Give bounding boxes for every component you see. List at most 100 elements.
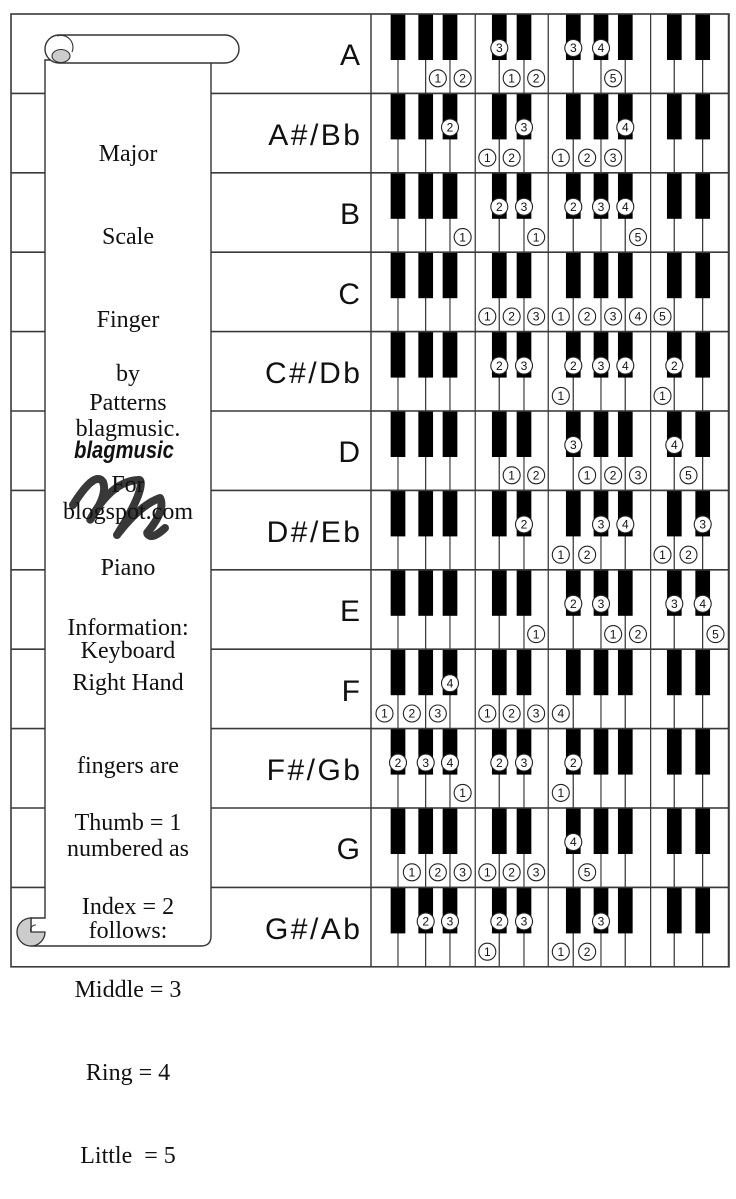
scale-label: B bbox=[339, 198, 363, 232]
black-key bbox=[516, 411, 532, 457]
finger-number: 3 bbox=[570, 438, 577, 452]
keyboard-row: 2 1 2 3 1 2 3 4 bbox=[370, 92, 729, 174]
black-key bbox=[491, 93, 507, 140]
black-key bbox=[666, 14, 682, 60]
black-key bbox=[565, 490, 581, 537]
black-key bbox=[593, 649, 609, 696]
finger-number: 4 bbox=[622, 200, 629, 214]
finger-number: 4 bbox=[635, 310, 642, 324]
finger-number: 5 bbox=[635, 230, 642, 244]
scale-label: G bbox=[336, 833, 363, 867]
finger-marker: 2 bbox=[502, 307, 521, 326]
finger-number: 4 bbox=[557, 707, 564, 721]
finger-marker: 2 bbox=[679, 545, 698, 564]
finger-number: 3 bbox=[610, 310, 617, 324]
finger-marker: 2 bbox=[440, 118, 460, 137]
finger-marker: 5 bbox=[604, 69, 623, 88]
finger-marker: 3 bbox=[604, 307, 623, 326]
black-key bbox=[491, 649, 507, 696]
finger-marker: 5 bbox=[628, 228, 648, 247]
finger-number: 2 bbox=[685, 548, 692, 562]
finger-marker: 1 bbox=[402, 863, 421, 882]
scroll-top-roll bbox=[44, 34, 240, 64]
black-key bbox=[516, 808, 532, 854]
finger-number: 1 bbox=[508, 469, 515, 483]
black-key bbox=[442, 331, 458, 378]
finger-marker: 2 bbox=[490, 912, 509, 931]
finger-number: 2 bbox=[496, 915, 503, 929]
black-key bbox=[516, 252, 532, 299]
finger-marker: 1 bbox=[478, 148, 497, 167]
legend-item: Little = 5 bbox=[80, 1143, 176, 1170]
finger-marker: 3 bbox=[514, 912, 534, 931]
finger-marker: 4 bbox=[616, 356, 635, 375]
black-key bbox=[390, 808, 406, 854]
finger-number: 1 bbox=[584, 469, 591, 483]
title-line: Major bbox=[98, 141, 158, 168]
finger-marker: 4 bbox=[616, 515, 635, 534]
finger-marker: 1 bbox=[551, 148, 570, 167]
scale-label: A bbox=[339, 39, 363, 73]
black-key bbox=[593, 728, 609, 775]
black-key bbox=[418, 411, 434, 457]
finger-number: 3 bbox=[521, 200, 528, 214]
finger-number: 3 bbox=[496, 41, 503, 55]
finger-number: 2 bbox=[521, 518, 528, 532]
black-key bbox=[695, 331, 711, 378]
finger-number: 4 bbox=[598, 41, 605, 55]
black-key bbox=[390, 411, 406, 457]
finger-number: 1 bbox=[557, 310, 564, 324]
finger-number: 5 bbox=[685, 469, 692, 483]
finger-marker: 2 bbox=[402, 704, 421, 723]
finger-marker: 2 bbox=[502, 148, 521, 167]
scale-label: E bbox=[339, 595, 363, 629]
finger-marker: 2 bbox=[578, 307, 597, 326]
black-key bbox=[666, 887, 682, 934]
finger-number: 1 bbox=[484, 310, 491, 324]
finger-marker: 2 bbox=[453, 69, 472, 88]
finger-number: 1 bbox=[533, 230, 540, 244]
finger-marker: 4 bbox=[564, 832, 583, 852]
finger-marker: 2 bbox=[564, 197, 583, 216]
black-key bbox=[418, 808, 434, 854]
black-key bbox=[617, 728, 633, 775]
finger-marker: 3 bbox=[591, 594, 611, 613]
finger-number: 1 bbox=[459, 230, 466, 244]
finger-number: 2 bbox=[395, 756, 402, 770]
finger-marker: 3 bbox=[527, 704, 546, 723]
finger-number: 1 bbox=[557, 151, 564, 165]
finger-marker: 1 bbox=[527, 228, 546, 247]
keyboard-row: 1 2 3 1 2 3 4 5 bbox=[370, 569, 729, 650]
black-key bbox=[418, 331, 434, 378]
finger-marker: 2 bbox=[527, 69, 546, 88]
finger-number: 3 bbox=[635, 469, 642, 483]
finger-marker: 1 bbox=[478, 307, 497, 326]
finger-number: 4 bbox=[447, 756, 454, 770]
finger-marker: 1 bbox=[551, 545, 570, 564]
black-key bbox=[695, 887, 711, 934]
finger-marker: 4 bbox=[551, 704, 570, 723]
finger-marker: 3 bbox=[693, 515, 712, 534]
finger-number: 3 bbox=[533, 866, 540, 880]
finger-marker: 5 bbox=[679, 466, 698, 485]
black-key bbox=[390, 93, 406, 140]
scale-label: A#/Bb bbox=[268, 118, 363, 152]
finger-marker: 4 bbox=[616, 197, 635, 216]
black-key bbox=[442, 252, 458, 299]
legend-item: Middle = 3 bbox=[74, 976, 182, 1003]
finger-marker: 3 bbox=[665, 594, 684, 613]
finger-number: 2 bbox=[422, 915, 429, 929]
black-key bbox=[565, 887, 581, 934]
finger-number: 3 bbox=[521, 121, 528, 135]
finger-marker: 4 bbox=[628, 307, 648, 326]
finger-number: 5 bbox=[659, 310, 666, 324]
finger-marker: 4 bbox=[440, 753, 460, 772]
finger-marker: 2 bbox=[564, 753, 583, 772]
finger-number: 1 bbox=[484, 866, 491, 880]
finger-number: 3 bbox=[422, 756, 429, 770]
black-key bbox=[666, 649, 682, 696]
finger-number: 1 bbox=[557, 786, 564, 800]
finger-number: 4 bbox=[671, 438, 678, 452]
finger-marker: 2 bbox=[514, 515, 534, 534]
finger-number: 1 bbox=[557, 548, 564, 562]
